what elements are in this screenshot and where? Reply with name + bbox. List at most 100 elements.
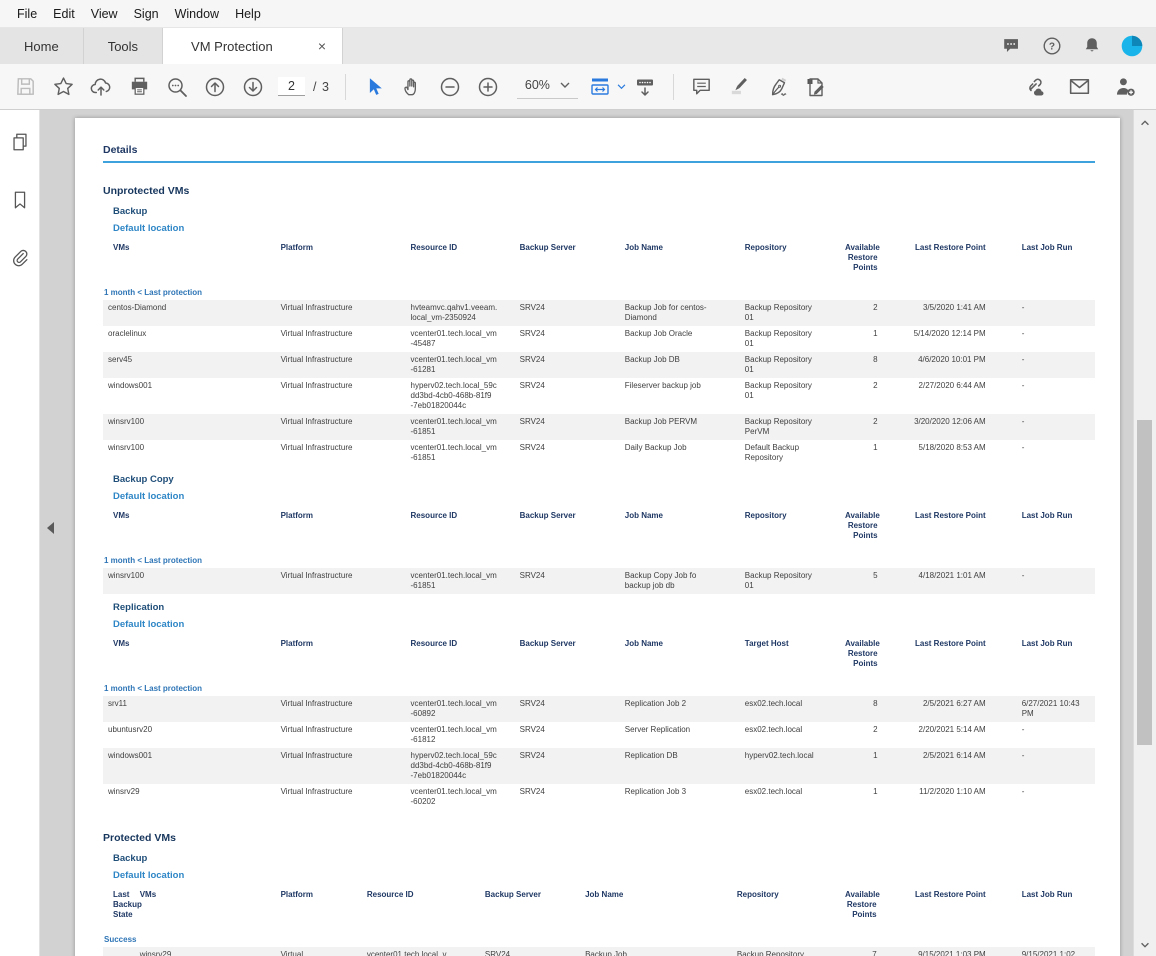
table-cell: - [1021,443,1025,452]
table-header-row: VMs Platform Resource ID Backup Server Job N… [103,636,1095,672]
column-header: Backup Server [484,890,541,899]
table-cell: Virtual Infrastructure [280,381,353,390]
column-header: Platform [280,890,314,899]
scrollbar-thumb[interactable] [1137,420,1152,745]
table-cell: SRV24 [519,787,545,796]
table-cell: Daily Backup Job [624,443,687,452]
table-row: winsrv100 Virtual Infrastructure vcenter01… [103,568,1095,594]
table-header-row: Last Backup State VMs Platform Resource ID B… [103,887,1095,923]
table-cell: serv45 [108,355,133,364]
column-header: Last Restore Point [915,890,986,899]
table-cell: winsrv100 [108,417,145,426]
feedback-chat-icon[interactable] [998,32,1026,60]
zoom-out-icon[interactable] [431,70,469,104]
fit-width-icon[interactable] [588,70,626,104]
table-row: windows001 Virtual Infrastructure hyperv02… [103,748,1095,784]
table-cell: Backup Repository 01 [744,381,812,400]
tab-vm-protection[interactable]: VM Protection × [163,28,344,64]
table-cell: 1 [873,751,878,760]
menu-window[interactable]: Window [167,7,227,21]
table-cell: ubuntusrv20 [108,725,153,734]
table-cell: 5/18/2020 8:53 AM [918,443,986,452]
zoom-in-icon[interactable] [469,70,507,104]
table-cell: 4/18/2021 1:01 AM [918,571,986,580]
toolbar-separator [672,73,674,100]
menu-view[interactable]: View [83,7,126,21]
menu-edit[interactable]: Edit [45,7,83,21]
tab-tools[interactable]: Tools [83,28,164,64]
column-header: Last Restore Point [915,243,986,252]
table-cell: Backup Repository 01 [744,571,812,590]
page-display-icon[interactable] [626,70,664,104]
share-cloud-upload-icon[interactable] [82,70,120,104]
table-row: winsrv100 Virtual Infrastructure vcenter01… [103,440,1095,466]
location-link[interactable]: Default location [103,223,1095,234]
email-icon[interactable] [1060,70,1098,104]
job-type-subtitle: Backup [113,853,148,864]
page-number-input[interactable] [278,77,305,96]
tab-vm-protection-label: VM Protection [191,38,273,54]
share-link-icon[interactable] [1014,70,1052,104]
menu-sign[interactable]: Sign [126,7,167,21]
page-navigation: / 3 [278,77,330,96]
hand-tool-icon[interactable] [393,70,431,104]
table-cell: esx02.tech.local [744,725,803,734]
zoom-level-select[interactable]: 60% [516,74,578,99]
attachments-paperclip-icon[interactable] [8,246,32,270]
select-tool-icon[interactable] [355,70,393,104]
column-header: Platform [280,243,314,252]
highlight-icon[interactable] [721,70,759,104]
table-row: winsrv29 Virtual Infrastructure vcenter01.… [103,784,1095,810]
save-icon[interactable] [6,70,44,104]
table-cell: 8 [873,699,878,708]
table-cell: Backup Copy Job fo backup job db [624,571,697,590]
request-signatures-icon[interactable] [1106,70,1144,104]
table-cell: 9/15/2021 1:03 PM [918,950,986,956]
comment-icon[interactable] [683,70,721,104]
location-link[interactable]: Default location [103,619,1095,630]
column-header: Target Host [744,639,789,648]
notifications-bell-icon[interactable] [1078,32,1106,60]
details-heading: Details [103,144,138,156]
column-header: Available Restore Points [844,243,880,272]
table-cell: - [1021,303,1025,312]
menu-file[interactable]: File [9,7,45,21]
close-tab-icon[interactable]: × [314,39,330,53]
table-cell: - [1021,329,1025,338]
table-cell: esx02.tech.local [744,699,803,708]
page-thumbnails-icon[interactable] [8,130,32,154]
tab-home[interactable]: Home [0,28,84,64]
table-cell: winsrv29 [108,787,140,796]
left-panel-rail [0,110,40,956]
menu-help[interactable]: Help [227,7,269,21]
table-cell: 1 [873,787,878,796]
next-page-icon[interactable] [234,70,272,104]
location-link[interactable]: Default location [103,491,1095,502]
svg-text:?: ? [1049,42,1055,53]
table-cell [103,947,140,956]
edit-pdf-icon[interactable] [797,70,835,104]
collapse-pane-arrow-icon[interactable] [47,522,54,534]
section-title: Protected VMs [103,832,176,844]
scroll-down-arrow-icon[interactable] [1134,937,1156,953]
star-icon[interactable] [44,70,82,104]
search-icon[interactable] [158,70,196,104]
table-cell: 2 [873,381,878,390]
table-cell: SRV24 [519,571,545,580]
help-icon[interactable]: ? [1038,32,1066,60]
pdf-page: Details Unprotected VMs Backup Default loc… [75,118,1120,956]
bookmarks-icon[interactable] [8,188,32,212]
fill-sign-icon[interactable] [759,70,797,104]
print-icon[interactable] [120,70,158,104]
table-cell: Virtual Infrastructure [280,950,304,956]
scroll-up-arrow-icon[interactable] [1134,115,1156,131]
location-link[interactable]: Default location [103,870,1095,881]
table-cell: Virtual Infrastructure [280,329,353,338]
table-cell: oraclelinux [108,329,147,338]
table-cell: Replication Job 2 [624,699,687,708]
user-avatar[interactable] [1118,32,1146,60]
chevron-down-icon [617,83,626,89]
previous-page-icon[interactable] [196,70,234,104]
vertical-scrollbar[interactable] [1133,110,1156,956]
table-cell: Virtual Infrastructure [280,417,353,426]
